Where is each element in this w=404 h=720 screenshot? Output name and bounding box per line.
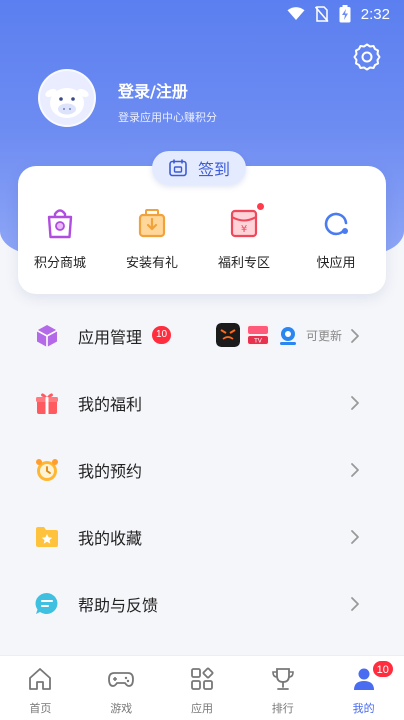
avatar[interactable]	[38, 69, 96, 127]
tab-label: 我的	[352, 702, 375, 715]
red-envelope-icon: ¥	[230, 209, 258, 238]
drama-tv-app-thumbnail-icon: TV	[246, 323, 270, 347]
menu-item-label: 我的收藏	[78, 528, 143, 548]
apps-grid-icon	[191, 667, 214, 690]
svg-text:¥: ¥	[241, 224, 247, 235]
menu-list: 应用管理 10 TV 可更新 我的福利 我的预约 我的收藏 帮助与反馈	[0, 302, 404, 637]
menu-item-app-management[interactable]: 应用管理 10 TV 可更新	[0, 302, 404, 369]
menu-item-my-benefits[interactable]: 我的福利	[0, 369, 404, 436]
tab-rankings[interactable]: 排行	[242, 656, 323, 720]
gamepad-icon	[108, 672, 135, 687]
notification-dot	[257, 203, 264, 210]
tab-label: 排行	[271, 702, 294, 715]
chevron-right-icon	[351, 395, 359, 410]
menu-item-label: 应用管理	[78, 327, 143, 347]
tab-label: 首页	[29, 702, 52, 715]
wifi-icon	[287, 7, 305, 20]
quick-app-icon	[324, 212, 348, 236]
utility-app-thumbnail-icon	[276, 323, 300, 347]
quick-link-label: 快应用	[316, 256, 356, 271]
status-bar: 2:32	[0, 0, 404, 28]
menu-item-my-favorites[interactable]: 我的收藏	[0, 503, 404, 570]
chat-bubble-icon	[35, 592, 58, 614]
home-icon	[29, 668, 52, 690]
chevron-right-icon	[351, 529, 359, 544]
login-register-link[interactable]: 登录/注册	[118, 78, 188, 102]
status-time: 2:32	[360, 5, 390, 23]
calendar-icon	[169, 159, 187, 177]
quick-link-quick-app[interactable]: 快应用	[296, 206, 376, 271]
login-subtitle: 登录应用中心赚积分	[118, 111, 217, 124]
gift-icon	[36, 392, 58, 414]
shopping-bag-icon	[47, 209, 73, 239]
tab-home[interactable]: 首页	[0, 656, 81, 720]
cow-avatar-icon	[45, 88, 89, 118]
updatable-apps: TV	[216, 323, 300, 347]
menu-item-label: 我的福利	[78, 394, 143, 414]
tab-mine[interactable]: 我的 10	[323, 656, 404, 720]
trophy-icon	[271, 668, 294, 690]
settings-button[interactable]	[352, 42, 382, 72]
update-count-badge: 10	[152, 326, 172, 344]
gift-box-download-icon	[138, 209, 166, 238]
cube-icon	[36, 324, 58, 347]
quick-link-welfare-zone[interactable]: ¥ 福利专区	[204, 203, 284, 271]
chevron-right-icon	[351, 462, 359, 477]
quick-link-install-gift[interactable]: 安装有礼	[112, 206, 192, 271]
notification-count-badge: 10	[371, 660, 394, 678]
bottom-tab-bar: 首页 游戏 应用 排行 我的 10	[0, 655, 404, 720]
tab-label: 游戏	[110, 702, 133, 715]
quick-links-card: 积分商城 安装有礼 ¥ 福利专区 快应用	[18, 166, 386, 294]
alarm-clock-icon	[36, 458, 58, 481]
quick-link-label: 积分商城	[33, 256, 86, 271]
checkin-button[interactable]: 签到	[152, 151, 246, 185]
menu-item-label: 我的预约	[78, 461, 143, 481]
no-sim-icon	[314, 6, 329, 22]
battery-charging-icon	[339, 5, 351, 23]
menu-item-help-feedback[interactable]: 帮助与反馈	[0, 570, 404, 637]
chevron-right-icon	[351, 596, 359, 611]
svg-text:TV: TV	[253, 338, 263, 345]
tab-games[interactable]: 游戏	[81, 656, 162, 720]
gear-icon	[353, 43, 381, 71]
quick-link-label: 福利专区	[217, 256, 270, 271]
checkin-label: 签到	[197, 160, 230, 179]
menu-item-label: 帮助与反馈	[78, 595, 159, 615]
quick-link-points-mall[interactable]: 积分商城	[20, 206, 100, 271]
update-available-text: 可更新	[305, 329, 342, 343]
quick-link-label: 安装有礼	[125, 256, 178, 271]
tab-apps[interactable]: 应用	[162, 656, 243, 720]
menu-item-my-reservations[interactable]: 我的预约	[0, 436, 404, 503]
chevron-right-icon	[351, 328, 359, 343]
game-app-thumbnail-icon	[216, 323, 240, 347]
tab-label: 应用	[190, 702, 213, 715]
star-folder-icon	[36, 526, 58, 547]
